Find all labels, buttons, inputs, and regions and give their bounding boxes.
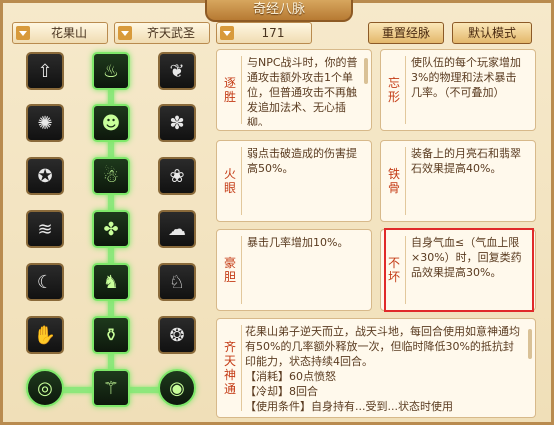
final-talent-extra: 【使用条件】自身持有...受到...状态时使用 [245, 400, 453, 413]
talent-slot-active[interactable]: ☻ [92, 104, 130, 142]
dropdown-arrow-icon [16, 26, 30, 40]
talent-name: 逐胜 [223, 76, 236, 104]
talent-slot[interactable]: ≋ [26, 210, 64, 248]
meridian-grid: ⇧ ♨ ❦ ✺ ☻ ✽ ✪ ☃ ❀ ≋ ✤ ☁ ☾ ♞ ♘ ✋ ⚱ ❂ ◎ ⚚ … [12, 44, 210, 416]
talent-slot-active[interactable]: ☃ [92, 157, 130, 195]
talent-slot-active[interactable]: ⚱ [92, 316, 130, 354]
talent-card-zhusheng[interactable]: 逐胜 与NPC战斗时，你的普通攻击额外攻击1个单位，但普通攻击不再触发追加法术、… [216, 49, 372, 131]
talent-card-wangxing[interactable]: 忘形 使队伍的每个玩家增加3%的物理和法术暴击几率。（不可叠加） [380, 49, 536, 131]
talent-desc: 与NPC战斗时，你的普通攻击额外攻击1个单位，但普通攻击不再触发追加法术、无心插… [247, 56, 358, 126]
ghost-icon: ☃ [102, 165, 120, 187]
talent-slot[interactable]: ❂ [158, 316, 196, 354]
hand-icon: ✋ [33, 324, 57, 346]
flame-spiral-icon: ♨ [102, 60, 120, 82]
talent-desc: 装备上的月亮石和翡翠石效果提高40%。 [411, 147, 521, 175]
talent-slot-active[interactable]: ◎ [26, 369, 64, 407]
orb-icon: ◉ [169, 377, 185, 399]
talent-slot-active[interactable]: ♨ [92, 52, 130, 90]
up-arrow-icon: ⇧ [37, 60, 53, 82]
talent-name: 铁骨 [387, 167, 400, 195]
talent-slot[interactable]: ♘ [158, 263, 196, 301]
talent-slot-active[interactable]: ◉ [158, 369, 196, 407]
talent-slot[interactable]: ❦ [158, 52, 196, 90]
claw-icon: ♘ [168, 271, 186, 293]
selection-highlight [384, 228, 534, 312]
final-talent-cost: 【消耗】60点愤怒 [245, 370, 336, 383]
staff-icon: ⚚ [102, 377, 120, 399]
talent-slot[interactable]: ✽ [158, 104, 196, 142]
talent-slot-active[interactable]: ✤ [92, 210, 130, 248]
talent-desc: 使队伍的每个玩家增加3%的物理和法术暴击几率。（不可叠加） [411, 56, 521, 99]
scrollbar[interactable] [364, 58, 368, 84]
crescent-icon: ☾ [36, 271, 54, 293]
talent-slot[interactable]: ✺ [26, 104, 64, 142]
school-select[interactable]: 齐天武圣 [114, 22, 210, 44]
level-select[interactable]: 171 [216, 22, 312, 44]
wing-icon: ❦ [169, 60, 185, 82]
talent-slot[interactable]: ✪ [26, 157, 64, 195]
final-talent-card[interactable]: 齐天神通 花果山弟子逆天而立，战天斗地，每回合使用如意神通均有50%的几率额外释… [216, 318, 536, 418]
talent-slot[interactable]: ✋ [26, 316, 64, 354]
talent-desc: 暴击几率增加10%。 [247, 236, 349, 249]
final-talent-text: 花果山弟子逆天而立，战天斗地，每回合使用如意神通均有50%的几率额外释放一次，但… [245, 325, 520, 368]
talent-name: 火眼 [223, 167, 236, 195]
wind-icon: ≋ [37, 218, 53, 240]
talent-desc: 弱点击破造成的伤害提高50%。 [247, 147, 357, 175]
curl-icon: ❀ [169, 165, 185, 187]
cloud-swirl-icon: ☁ [168, 218, 186, 240]
default-mode-button[interactable]: 默认模式 [452, 22, 532, 44]
talent-name: 豪胆 [223, 256, 236, 284]
talent-card-haodan[interactable]: 豪胆 暴击几率增加10%。 [216, 229, 372, 311]
dropdown-arrow-icon [220, 26, 234, 40]
reset-meridian-button[interactable]: 重置经脉 [368, 22, 444, 44]
talent-card-huoyan[interactable]: 火眼 弱点击破造成的伤害提高50%。 [216, 140, 372, 222]
talent-slot[interactable]: ☁ [158, 210, 196, 248]
person-icon: ♞ [102, 271, 120, 293]
fan-icon: ✤ [103, 218, 119, 240]
talent-slot[interactable]: ❀ [158, 157, 196, 195]
seal-icon: ❂ [169, 324, 185, 346]
fire-swirl-icon: ✺ [37, 112, 53, 134]
bottle-icon: ⚱ [103, 324, 119, 346]
talent-card-tiegu[interactable]: 铁骨 装备上的月亮石和翡翠石效果提高40%。 [380, 140, 536, 222]
talent-slot-active[interactable]: ♞ [92, 263, 130, 301]
sect-select[interactable]: 花果山 [12, 22, 108, 44]
final-talent-desc: 花果山弟子逆天而立，战天斗地，每回合使用如意神通均有50%的几率额外释放一次，但… [245, 324, 521, 413]
head-gear-icon: ✪ [37, 165, 53, 187]
talent-slot[interactable]: ☾ [26, 263, 64, 301]
scrollbar[interactable] [528, 329, 532, 359]
ring-icon: ◎ [37, 377, 53, 399]
tiger-head-icon: ☻ [101, 112, 121, 134]
talent-name: 忘形 [387, 76, 400, 104]
talent-name: 齐天神通 [223, 340, 236, 396]
talent-slot[interactable]: ⇧ [26, 52, 64, 90]
final-talent-cooldown: 【冷却】8回合 [245, 385, 318, 398]
swirl-icon: ✽ [169, 112, 185, 134]
talent-slot-active[interactable]: ⚚ [92, 369, 130, 407]
window-title: 奇经八脉 [205, 0, 353, 22]
dropdown-arrow-icon [118, 26, 132, 40]
